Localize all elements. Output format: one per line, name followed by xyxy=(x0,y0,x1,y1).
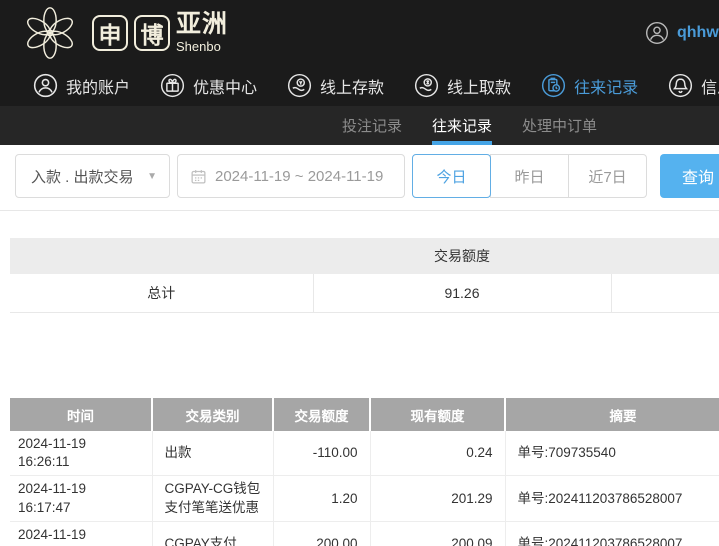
transactions-table: 时间 交易类别 交易额度 现有额度 摘要 2024-11-19 16:26:11… xyxy=(10,398,719,546)
summary-total-label: 总计 xyxy=(10,274,314,313)
cell-summary: 单号:202411203786528007 xyxy=(504,475,719,522)
table-row: 2024-11-19 16:17:47 CGPAY-CG钱包支付笔笔送优惠 1.… xyxy=(10,475,719,522)
nav-item-transactions[interactable]: 往来记录 xyxy=(541,73,638,98)
cell-summary: 单号:202411203786528007 xyxy=(504,521,719,546)
nav-label: 线上存款 xyxy=(320,79,385,97)
col-time: 时间 xyxy=(10,398,152,431)
nav-item-messages[interactable]: 信息 xyxy=(668,73,719,98)
logo-region-cn: 亚洲 xyxy=(176,10,229,38)
tab-transaction-records[interactable]: 往来记录 xyxy=(432,106,493,145)
tab-pending-orders[interactable]: 处理中订单 xyxy=(522,106,597,145)
user-icon xyxy=(33,73,58,98)
top-header: 申 博 亚洲 Shenbo qhhw xyxy=(0,0,719,65)
user-avatar-icon xyxy=(645,21,669,44)
today-button[interactable]: 今日 xyxy=(412,154,491,198)
summary-total-value: 91.26 xyxy=(312,274,612,313)
nav-label: 往来记录 xyxy=(574,79,639,97)
cell-balance: 200.09 xyxy=(369,521,506,546)
nav-label: 线上取款 xyxy=(447,79,512,97)
cell-type: CGPAY支付 xyxy=(151,521,274,546)
logo-region-en: Shenbo xyxy=(176,39,221,54)
last7days-button[interactable]: 近7日 xyxy=(568,154,647,198)
col-summary: 摘要 xyxy=(504,398,719,431)
nav-label: 我的账户 xyxy=(66,79,131,97)
transaction-type-select[interactable]: 入款 . 出款交易 ▼ xyxy=(15,154,170,198)
withdraw-icon xyxy=(414,73,439,98)
cell-summary: 单号:709735540 xyxy=(504,431,719,477)
summary-header-row: 交易额度 xyxy=(10,238,719,274)
username[interactable]: qhhw xyxy=(677,24,719,42)
tab-betting-records[interactable]: 投注记录 xyxy=(342,106,402,145)
col-balance: 现有额度 xyxy=(369,398,505,431)
query-button[interactable]: 查询 xyxy=(660,154,719,198)
logo-char-shen: 申 xyxy=(92,14,128,51)
cell-type: CGPAY-CG钱包支付笔笔送优惠 xyxy=(151,475,274,522)
cell-balance: 201.29 xyxy=(369,475,506,522)
transaction-type-value: 入款 . 出款交易 xyxy=(31,168,134,186)
table-row: 2024-11-19 16:17:47 CGPAY支付 200.00 200.0… xyxy=(10,521,719,546)
date-range-input[interactable]: 2024-11-19 ~ 2024-11-19 xyxy=(177,154,405,198)
nav-item-promotions[interactable]: 优惠中心 xyxy=(160,73,257,98)
deposit-icon xyxy=(287,73,312,98)
cell-type: 出款 xyxy=(151,431,274,477)
col-amount: 交易额度 xyxy=(272,398,370,431)
nav-item-deposit[interactable]: 线上存款 xyxy=(287,73,384,98)
flower-logo-icon xyxy=(27,6,73,59)
record-tabs: 投注记录 往来记录 处理中订单 xyxy=(0,106,719,145)
summary-header-amount: 交易额度 xyxy=(313,238,611,274)
date-range-value: 2024-11-19 ~ 2024-11-19 xyxy=(215,167,384,185)
cell-amount: -110.00 xyxy=(272,431,371,477)
logo-char-bo: 博 xyxy=(134,14,170,51)
user-account[interactable]: qhhw xyxy=(645,0,719,65)
summary-table: 交易额度 总计 91.26 xyxy=(10,238,719,313)
summary-header-empty2 xyxy=(611,238,719,274)
col-type: 交易类别 xyxy=(151,398,273,431)
quick-date-buttons: 今日 昨日 近7日 xyxy=(412,154,647,198)
cell-amount: 1.20 xyxy=(272,475,371,522)
calendar-icon xyxy=(191,169,206,184)
main-nav: 我的账户 优惠中心 线上存款 线上取款 往来记录 信 xyxy=(0,65,719,106)
table-row: 2024-11-19 16:26:11 出款 -110.00 0.24 单号:7… xyxy=(10,431,719,477)
nav-label: 优惠中心 xyxy=(193,79,258,97)
bell-icon xyxy=(669,73,693,98)
summary-empty-cell xyxy=(610,274,719,313)
logo-region: 亚洲 Shenbo xyxy=(176,10,229,54)
gift-icon xyxy=(160,73,185,98)
yesterday-button[interactable]: 昨日 xyxy=(490,154,569,198)
cell-time: 2024-11-19 16:17:47 xyxy=(10,475,153,522)
nav-item-my-account[interactable]: 我的账户 xyxy=(33,73,130,98)
brand-logo[interactable]: 申 博 亚洲 Shenbo xyxy=(0,5,228,61)
summary-header-empty xyxy=(10,238,313,274)
nav-item-withdraw[interactable]: 线上取款 xyxy=(414,73,511,98)
cell-balance: 0.24 xyxy=(369,431,506,477)
filter-bar: 入款 . 出款交易 ▼ 2024-11-19 ~ 2024-11-19 今日 昨… xyxy=(0,145,719,211)
cell-amount: 200.00 xyxy=(272,521,371,546)
nav-label: 信息 xyxy=(701,79,719,97)
cell-time: 2024-11-19 16:17:47 xyxy=(10,521,153,546)
table-header-row: 时间 交易类别 交易额度 现有额度 摘要 xyxy=(10,398,719,431)
page: 申 博 亚洲 Shenbo qhhw 我的账户 优惠中心 线上存款 线上取款 往… xyxy=(0,0,719,546)
chevron-down-icon: ▼ xyxy=(147,170,157,182)
summary-total-row: 总计 91.26 xyxy=(10,274,719,313)
records-icon xyxy=(542,73,566,98)
cell-time: 2024-11-19 16:26:11 xyxy=(10,431,153,477)
